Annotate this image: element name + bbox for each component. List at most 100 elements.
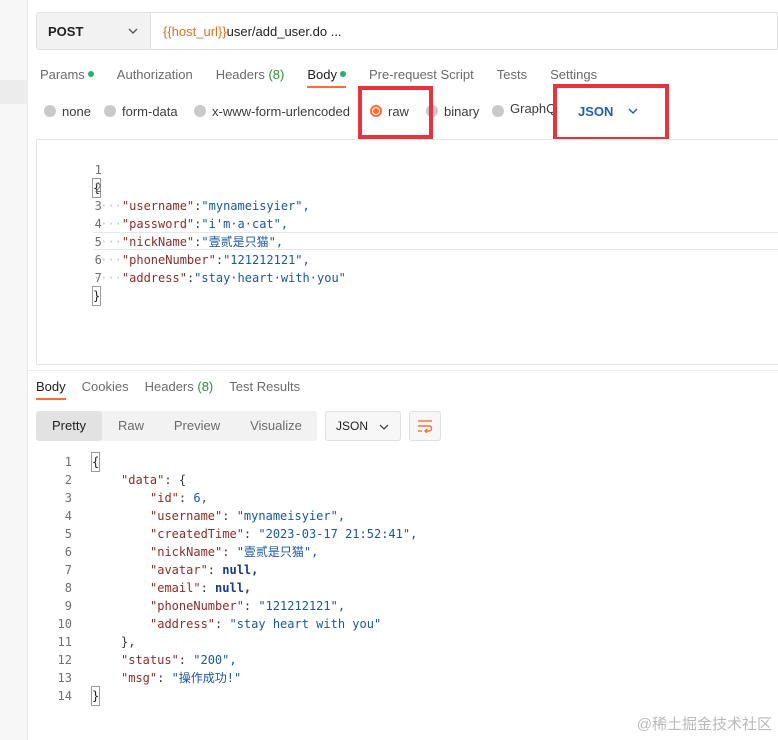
code-line: 2 ····"username":"mynameisyier", xyxy=(37,161,310,213)
json-null-value: null, xyxy=(222,563,259,577)
response-tab-body[interactable]: Body xyxy=(36,378,66,400)
radio-graphql-circle xyxy=(492,105,504,117)
json-value: "121212121", xyxy=(258,599,346,613)
json-key: "username" xyxy=(150,509,223,523)
line-number: 11 xyxy=(57,635,72,649)
tab-headers-label: Headers xyxy=(215,67,265,82)
tab-pre-request-label: Pre-request Script xyxy=(368,67,474,82)
line-number: 12 xyxy=(57,653,72,667)
line-number: 4 xyxy=(94,217,102,231)
line-number: 7 xyxy=(64,563,72,577)
json-value: "121212121", xyxy=(223,253,310,267)
line-number: 9 xyxy=(64,599,72,613)
watermark: @稀土掘金技术社区 xyxy=(636,716,772,733)
radio-none[interactable]: none xyxy=(44,101,91,121)
tab-pre-request-script[interactable]: Pre-request Script xyxy=(369,66,474,88)
radio-form-data-label: form-data xyxy=(122,103,178,119)
line-number: 8 xyxy=(64,581,72,595)
response-tab-cookies-label: Cookies xyxy=(81,379,129,394)
response-divider xyxy=(28,370,778,371)
json-key: "email" xyxy=(150,581,201,595)
line-number: 4 xyxy=(64,509,72,523)
radio-graphql-label: GraphQL xyxy=(510,101,554,116)
request-body-editor[interactable]: 1 { 2 ····"username":"mynameisyier", 3 ·… xyxy=(36,139,778,365)
tab-authorization[interactable]: Authorization xyxy=(117,66,193,88)
json-value: "2023-03-17 21:52:41", xyxy=(258,527,418,541)
line-number: 1 xyxy=(64,455,72,469)
response-format-select[interactable]: JSON xyxy=(325,411,401,441)
json-value: "stay·heart·with·you" xyxy=(194,271,346,285)
response-tab-test-results[interactable]: Test Results xyxy=(229,378,300,400)
json-key: "data" xyxy=(121,473,165,487)
view-raw-button[interactable]: Raw xyxy=(106,411,156,441)
radio-binary[interactable]: binary xyxy=(426,101,479,121)
view-visualize-button[interactable]: Visualize xyxy=(240,411,312,441)
chevron-down-icon xyxy=(379,424,389,430)
radio-graphql[interactable] xyxy=(492,101,510,121)
tab-tests-label: Tests xyxy=(496,67,528,82)
json-key: "phoneNumber" xyxy=(121,253,216,267)
wrap-lines-icon xyxy=(418,420,433,433)
json-value: "200", xyxy=(193,653,237,667)
response-tab-headers[interactable]: Headers (8) xyxy=(145,378,214,400)
request-tabs: Params Authorization Headers (8) Body Pr… xyxy=(40,66,620,88)
url-path: user/add_user.do ... xyxy=(226,23,342,39)
json-value: "stay heart with you" xyxy=(229,617,382,631)
json-key: "status" xyxy=(121,653,179,667)
json-value: 6, xyxy=(193,491,208,505)
tab-tests[interactable]: Tests xyxy=(497,66,527,88)
code-line: 4 ····"nickName":"壹贰是只猫", xyxy=(37,197,283,249)
response-headers-count: (8) xyxy=(197,379,214,394)
open-brace: { xyxy=(90,452,101,472)
tab-headers[interactable]: Headers (8) xyxy=(216,66,285,88)
json-key: "address" xyxy=(121,271,187,285)
response-tabs: Body Cookies Headers (8) Test Results xyxy=(36,378,316,402)
json-key: "avatar" xyxy=(150,563,208,577)
method-label: POST xyxy=(48,23,84,39)
radio-none-label: none xyxy=(62,103,91,119)
line-number: 3 xyxy=(64,491,72,505)
view-preview-button[interactable]: Preview xyxy=(164,411,230,441)
response-tab-cookies[interactable]: Cookies xyxy=(82,378,129,400)
line-number: 7 xyxy=(94,271,102,285)
url-input[interactable]: {{host_url}} user/add_user.do ... xyxy=(151,12,778,50)
json-key: "phoneNumber" xyxy=(150,599,244,613)
json-value: "壹贰是只猫", xyxy=(236,545,319,559)
radio-form-data[interactable]: form-data xyxy=(104,101,178,121)
highlight-json-box xyxy=(553,84,669,141)
params-status-dot xyxy=(87,71,94,77)
data-close-brace: }, xyxy=(121,635,136,649)
line-number: 10 xyxy=(57,617,72,631)
json-key: "password" xyxy=(121,217,195,231)
request-bar: POST {{host_url}} user/add_user.do ... xyxy=(36,12,778,50)
left-sidebar-rail xyxy=(0,0,28,740)
radio-binary-label: binary xyxy=(444,103,480,119)
line-number: 3 xyxy=(94,199,102,213)
response-tab-body-label: Body xyxy=(36,379,66,394)
view-pretty-button[interactable]: Pretty xyxy=(36,411,102,441)
tab-body[interactable]: Body xyxy=(307,66,346,88)
response-tab-test-results-label: Test Results xyxy=(229,379,301,394)
json-key: "nickName" xyxy=(150,545,223,559)
line-number: 2 xyxy=(94,181,102,195)
tab-authorization-label: Authorization xyxy=(116,67,193,82)
chevron-down-icon xyxy=(128,28,138,34)
method-select[interactable]: POST xyxy=(36,12,151,50)
tab-body-label: Body xyxy=(307,67,337,82)
tab-params[interactable]: Params xyxy=(40,66,94,88)
json-value: "操作成功!" xyxy=(171,671,242,685)
wrap-lines-button[interactable] xyxy=(409,411,441,441)
line-number: 5 xyxy=(64,527,72,541)
tab-settings-label: Settings xyxy=(550,67,598,82)
json-key: "nickName" xyxy=(121,235,195,249)
json-key: "msg" xyxy=(121,671,158,685)
close-brace: } xyxy=(90,686,101,706)
response-body-viewer[interactable]: 1{ 2 "data": { 3 "id": 6, 4 "username": "my… xyxy=(36,452,778,713)
line-number: 14 xyxy=(57,689,72,703)
code-line: 3 ····"password":"i'm·a·cat", xyxy=(37,179,288,231)
sidebar-highlight xyxy=(0,80,28,104)
json-null-value: null, xyxy=(215,581,252,595)
response-view-modes: Pretty Raw Preview Visualize xyxy=(36,411,317,441)
line-number: 13 xyxy=(57,671,72,685)
radio-urlencoded[interactable]: x-www-form-urlencoded xyxy=(194,101,350,121)
